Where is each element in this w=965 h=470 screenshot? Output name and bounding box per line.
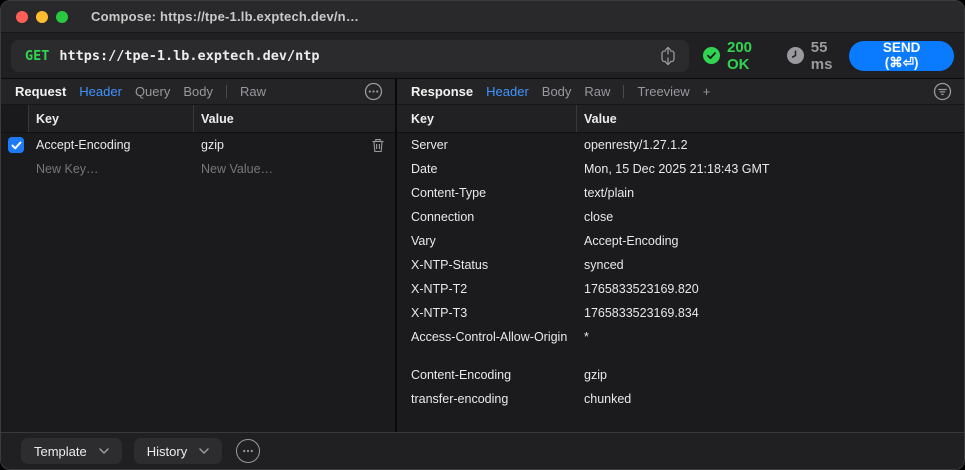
latency-clock-icon (786, 47, 804, 64)
response-header-key: Content-Type (411, 186, 487, 200)
tab-body[interactable]: Body (542, 84, 572, 99)
value-column-header: Value (201, 111, 234, 126)
traffic-lights (16, 10, 68, 23)
tab-header[interactable]: Header (79, 84, 122, 99)
response-table-body: Server openresty/1.27.1.2 Date Mon, 15 Dec … (397, 133, 964, 432)
response-header-row: Connection close (397, 205, 964, 229)
response-header-key: Date (411, 162, 438, 176)
response-header-value: Mon, 15 Dec 2025 21:18:43 GMT (584, 162, 770, 176)
http-method-label: GET (25, 47, 50, 64)
response-header-row: X-NTP-T2 1765833523169.820 (397, 277, 964, 301)
response-panel-title: Response (411, 84, 474, 99)
response-header-key: X-NTP-T2 (411, 282, 468, 296)
tab-raw[interactable]: Raw (240, 84, 266, 99)
template-label: Template (34, 443, 87, 459)
chevron-down-icon (99, 448, 109, 454)
response-status-group: 200 OK 55 ms (703, 39, 849, 73)
response-header-row: Server openresty/1.27.1.2 (397, 133, 964, 157)
checkbox-column-header (1, 105, 29, 132)
response-panel: Response Header Body Raw Treeview + Key Valu… (397, 79, 964, 432)
new-value-input[interactable]: New Value… (194, 162, 361, 176)
response-header-key: X-NTP-T3 (411, 306, 468, 320)
tab-header[interactable]: Header (486, 84, 529, 99)
chevron-down-icon (199, 448, 209, 454)
trash-icon (372, 138, 384, 152)
status-check-icon (703, 47, 720, 64)
request-tabstrip: Request Header Query Body Raw (1, 79, 395, 105)
key-column-header: Key (397, 105, 577, 132)
response-header-key: Vary (411, 234, 436, 248)
response-header-value: openresty/1.27.1.2 (584, 138, 688, 152)
response-filter-icon[interactable] (933, 82, 952, 101)
template-dropdown[interactable]: Template (21, 438, 122, 464)
response-header-row: Content-Encoding gzip (397, 363, 964, 387)
tab-query[interactable]: Query (135, 84, 170, 99)
window-title: Compose: https://tpe-1.lb.exptech.dev/n… (91, 9, 360, 24)
response-header-key: X-NTP-Status (411, 258, 489, 272)
response-header-value: close (584, 210, 614, 224)
new-key-input[interactable]: New Key… (29, 162, 194, 176)
response-header-key: Server (411, 138, 448, 152)
response-header-row: Content-Type text/plain (397, 181, 964, 205)
minimize-window-button[interactable] (36, 10, 48, 23)
response-header-key: Access-Control-Allow-Origin (411, 330, 568, 344)
tab-raw[interactable]: Raw (584, 84, 610, 99)
response-header-key: Connection (411, 210, 475, 224)
row-spacer (397, 349, 964, 363)
live-sync-icon[interactable] (655, 43, 681, 69)
response-header-value: text/plain (584, 186, 635, 200)
titlebar: Compose: https://tpe-1.lb.exptech.dev/n… (1, 1, 964, 33)
response-header-value: gzip (584, 368, 607, 382)
request-more-icon[interactable] (364, 82, 383, 101)
bottom-bar: Template History (1, 432, 964, 469)
tab-add-view[interactable]: + (703, 84, 711, 99)
request-header-row[interactable]: Accept-Encoding gzip (1, 133, 395, 157)
header-key[interactable]: Accept-Encoding (29, 138, 194, 152)
response-header-row: Vary Accept-Encoding (397, 229, 964, 253)
tab-treeview[interactable]: Treeview (637, 84, 689, 99)
response-header-row: X-NTP-T3 1765833523169.834 (397, 301, 964, 325)
response-tabstrip: Response Header Body Raw Treeview + (397, 79, 964, 105)
checkbox-cell (1, 137, 29, 153)
response-header-value: chunked (584, 392, 632, 406)
response-header-value: 1765833523169.820 (584, 282, 699, 296)
response-header-row: transfer-encoding chunked (397, 387, 964, 411)
send-button[interactable]: SEND (⌘⏎) (849, 40, 954, 71)
response-header-row: Date Mon, 15 Dec 2025 21:18:43 GMT (397, 157, 964, 181)
history-dropdown[interactable]: History (133, 438, 223, 464)
value-column-header: Value (584, 111, 617, 126)
tab-divider (623, 85, 625, 98)
request-table-header: Key Value (1, 105, 395, 133)
response-header-row: Access-Control-Allow-Origin * (397, 325, 964, 349)
delete-header-icon[interactable] (361, 138, 395, 153)
response-header-row: X-NTP-Status synced (397, 253, 964, 277)
status-code: 200 OK (727, 38, 753, 73)
new-header-row: New Key… New Value… (1, 157, 395, 181)
response-header-value: * (584, 330, 589, 344)
history-label: History (146, 443, 188, 459)
close-window-button[interactable] (16, 10, 28, 23)
header-enabled-checkbox[interactable] (8, 137, 24, 153)
tab-body[interactable]: Body (183, 84, 213, 99)
request-panel-title: Request (15, 84, 67, 99)
request-table-body: Accept-Encoding gzip New Key… New Value… (1, 133, 395, 432)
response-header-value: Accept-Encoding (584, 234, 679, 248)
latency-label: 55 ms (810, 38, 833, 73)
url-row: GET https://tpe-1.lb.exptech.dev/ntp 200… (1, 33, 964, 79)
app-window: Compose: https://tpe-1.lb.exptech.dev/n…… (0, 0, 965, 470)
url-text: https://tpe-1.lb.exptech.dev/ntp (59, 47, 320, 64)
key-column-header: Key (29, 105, 194, 132)
zoom-window-button[interactable] (56, 10, 68, 23)
request-panel: Request Header Query Body Raw Key Value Acc… (1, 79, 395, 432)
tab-divider (225, 85, 227, 98)
response-header-key: Content-Encoding (411, 368, 512, 382)
header-value[interactable]: gzip (194, 138, 361, 152)
response-header-key: transfer-encoding (411, 392, 509, 406)
more-options-icon[interactable] (236, 439, 261, 463)
response-table-header: Key Value (397, 105, 964, 133)
response-header-value: 1765833523169.834 (584, 306, 699, 320)
response-header-value: synced (584, 258, 624, 272)
url-input[interactable]: GET https://tpe-1.lb.exptech.dev/ntp (11, 39, 689, 72)
main-area: Request Header Query Body Raw Key Value Acc… (1, 79, 964, 432)
